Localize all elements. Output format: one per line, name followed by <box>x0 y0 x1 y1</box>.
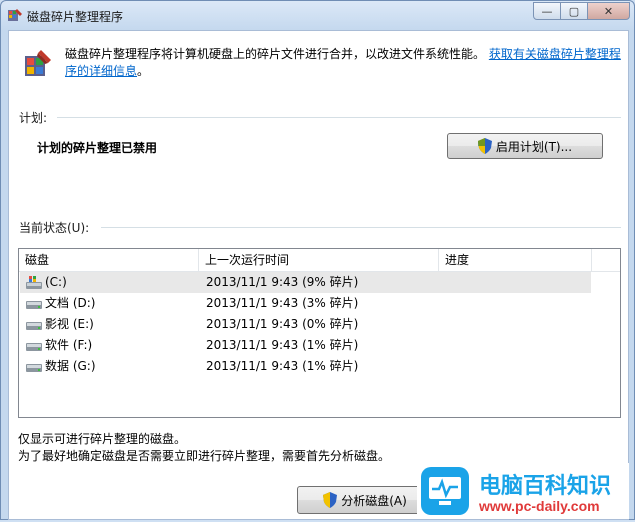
disk-name: 数据 (G:) <box>45 359 96 373</box>
maximize-icon: ▢ <box>568 4 580 18</box>
drive-icon <box>26 322 42 330</box>
enable-schedule-button[interactable]: 启用计划(T)... <box>447 133 603 159</box>
column-disk[interactable]: 磁盘 <box>19 249 199 271</box>
disk-row[interactable]: 数据 (G:) 2013/11/1 9:43 (1% 碎片) <box>20 356 591 377</box>
system-drive-icon <box>26 276 42 289</box>
enable-schedule-label: 启用计划(T)... <box>495 139 573 154</box>
disk-name: 文档 (D:) <box>45 296 96 310</box>
last-run: 2013/11/1 9:43 (1% 碎片) <box>206 359 359 373</box>
note-analyze-first: 为了最好地确定磁盘是否需要立即进行碎片整理，需要首先分析磁盘。 <box>18 449 391 463</box>
note-defraggable-only: 仅显示可进行碎片整理的磁盘。 <box>18 432 187 446</box>
analyze-disk-label: 分析磁盘(A) <box>341 493 407 508</box>
current-status-divider <box>101 227 621 228</box>
column-last-run[interactable]: 上一次运行时间 <box>199 249 439 271</box>
defrag-app-icon <box>8 9 22 21</box>
schedule-label: 计划: <box>19 111 48 125</box>
last-run: 2013/11/1 9:43 (0% 碎片) <box>206 317 359 331</box>
minimize-icon: — <box>541 4 553 18</box>
title-bar[interactable]: 磁盘碎片整理程序 — ▢ ✕ <box>1 1 634 29</box>
disk-row[interactable]: 文档 (D:) 2013/11/1 9:43 (3% 碎片) <box>20 293 591 314</box>
analyze-disk-button[interactable]: 分析磁盘(A) <box>297 486 433 514</box>
last-run: 2013/11/1 9:43 (1% 碎片) <box>206 338 359 352</box>
site-watermark-icon: 电脑百科知识 www.pc-daily.com <box>421 467 611 515</box>
disk-row[interactable]: 影视 (E:) 2013/11/1 9:43 (0% 碎片) <box>20 314 591 335</box>
client-area: 磁盘碎片整理程序将计算机硬盘上的碎片文件进行合并，以改进文件系统性能。 获取有关… <box>8 30 629 520</box>
current-status-label: 当前状态(U): <box>19 221 90 235</box>
description-tail: 。 <box>137 64 150 78</box>
disk-row[interactable]: 软件 (F:) 2013/11/1 9:43 (1% 碎片) <box>20 335 591 356</box>
close-icon: ✕ <box>603 4 614 18</box>
uac-shield-icon <box>477 138 492 154</box>
schedule-status: 计划的碎片整理已禁用 <box>37 141 158 155</box>
description-text: 磁盘碎片整理程序将计算机硬盘上的碎片文件进行合并，以改进文件系统性能。 <box>65 47 486 61</box>
disk-row[interactable]: (C:) 2013/11/1 9:43 (9% 碎片) <box>20 272 591 293</box>
disk-list[interactable]: 磁盘 上一次运行时间 进度 (C:) 2013/11/1 9:43 (9% 碎片… <box>18 248 621 418</box>
maximize-button[interactable]: ▢ <box>560 2 588 20</box>
description: 磁盘碎片整理程序将计算机硬盘上的碎片文件进行合并，以改进文件系统性能。 获取有关… <box>65 46 623 80</box>
defrag-window: 磁盘碎片整理程序 — ▢ ✕ 磁盘碎片整理程序将计算机硬盘上的碎片文件进行合并，… <box>0 0 635 520</box>
schedule-divider <box>57 117 621 118</box>
disk-name: 软件 (F:) <box>45 338 93 352</box>
watermark-logo: 电脑百科知识 www.pc-daily.com <box>417 463 629 519</box>
list-header: 磁盘 上一次运行时间 进度 <box>19 249 620 272</box>
drive-icon <box>26 364 42 372</box>
svg-text:电脑百科知识: 电脑百科知识 <box>479 473 611 498</box>
drive-icon <box>26 343 42 351</box>
minimize-button[interactable]: — <box>533 2 561 20</box>
close-button[interactable]: ✕ <box>587 2 630 20</box>
svg-text:www.pc-daily.com: www.pc-daily.com <box>478 498 600 514</box>
disk-name: 影视 (E:) <box>45 317 94 331</box>
last-run: 2013/11/1 9:43 (3% 碎片) <box>206 296 359 310</box>
uac-shield-icon <box>323 492 338 508</box>
last-run: 2013/11/1 9:43 (9% 碎片) <box>206 275 359 289</box>
defrag-app-icon <box>25 50 51 76</box>
drive-icon <box>26 301 42 309</box>
window-title: 磁盘碎片整理程序 <box>27 10 124 24</box>
column-progress[interactable]: 进度 <box>439 249 592 271</box>
disk-name: (C:) <box>45 275 67 289</box>
